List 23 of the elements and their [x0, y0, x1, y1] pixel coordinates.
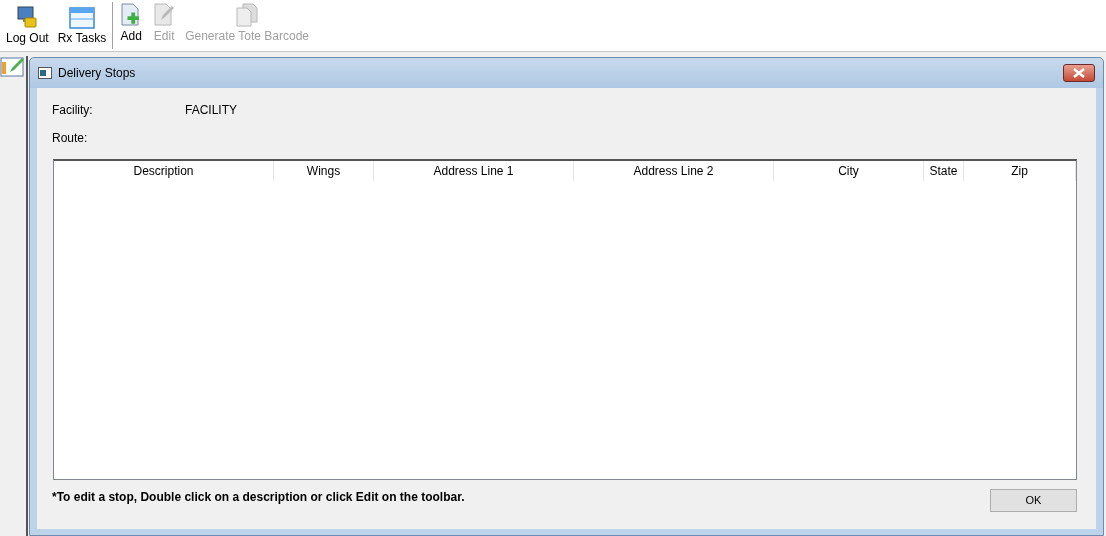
toolbar-button[interactable]: Rx Tasks [53, 0, 111, 51]
column-header[interactable]: Zip [964, 161, 1076, 181]
window-icon [38, 67, 52, 79]
close-button[interactable] [1063, 64, 1095, 82]
notepad-pencil-icon[interactable] [0, 56, 26, 78]
copy-document-icon [235, 3, 260, 27]
column-header[interactable]: Description [54, 161, 274, 181]
field-label: Facility: [52, 102, 94, 119]
column-header[interactable]: Address Line 1 [374, 161, 574, 181]
column-header[interactable]: State [924, 161, 964, 181]
toolbar-button[interactable]: Add [115, 2, 148, 49]
toolbar-button[interactable]: Log Out [2, 0, 53, 51]
ok-button[interactable]: OK [990, 489, 1077, 512]
column-header[interactable]: Address Line 2 [574, 161, 774, 181]
instruction-note: *To edit a stop, Double click on a description or click Edit on the toolbar. [52, 489, 465, 506]
field-value: FACILITY [185, 102, 237, 119]
close-icon [1073, 68, 1085, 78]
window-title: Delivery Stops [58, 65, 137, 82]
column-header[interactable]: City [774, 161, 924, 181]
window-icon [68, 7, 95, 29]
field-label: Route: [52, 130, 89, 147]
edit-document-icon [152, 3, 177, 27]
column-header[interactable]: Wings [274, 161, 374, 181]
